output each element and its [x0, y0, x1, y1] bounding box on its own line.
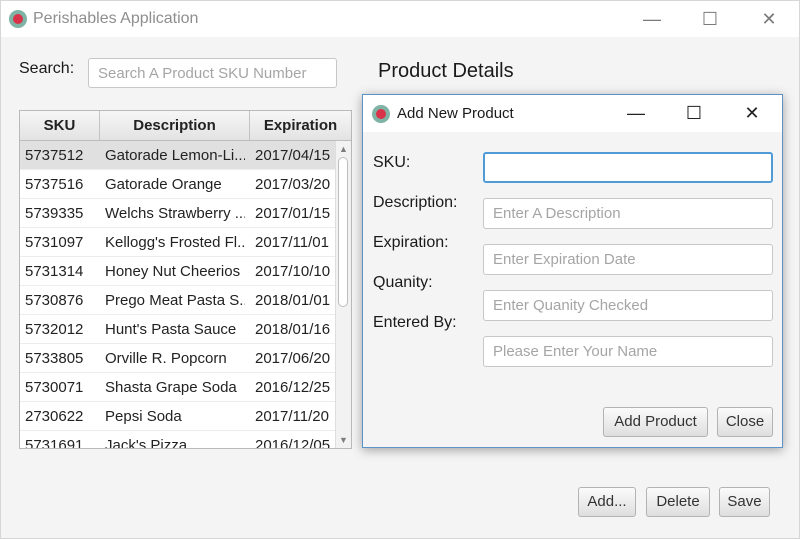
table-row[interactable]: 5731097 Kellogg's Frosted Fl... 2017/11/…	[20, 228, 335, 257]
product-table: SKU Description Expiration 5737512 Gator…	[19, 110, 352, 449]
table-row[interactable]: 5731691 Jack's Pizza 2016/12/05	[20, 431, 335, 448]
cell-sku: 5730071	[25, 379, 84, 396]
sku-input[interactable]	[483, 152, 773, 183]
table-row[interactable]: 5730071 Shasta Grape Soda 2016/12/25	[20, 373, 335, 402]
table-scrollbar[interactable]: ▲ ▼	[335, 141, 351, 448]
dialog-minimize-button[interactable]: —	[613, 95, 659, 132]
cell-description: Shasta Grape Soda	[105, 379, 237, 396]
cell-sku: 5737512	[25, 147, 84, 164]
title-bar: Perishables Application — ☐ ✕	[1, 1, 799, 37]
search-label: Search:	[19, 60, 75, 77]
cell-expiration: 2017/03/20	[255, 176, 331, 193]
scroll-down-arrow-icon[interactable]: ▼	[336, 433, 351, 447]
table-row[interactable]: 5737516 Gatorade Orange 2017/03/20	[20, 170, 335, 199]
cell-sku: 5732012	[25, 321, 84, 338]
dialog-title-bar: Add New Product — ☐ ✕	[363, 95, 782, 132]
tomato-icon	[372, 105, 390, 123]
cell-description: Hunt's Pasta Sauce	[105, 321, 237, 338]
column-header-sku[interactable]: SKU	[20, 111, 100, 140]
cell-sku: 5730876	[25, 292, 84, 309]
cell-expiration: 2017/06/20	[255, 350, 331, 367]
table-row[interactable]: 5733805 Orville R. Popcorn 2017/06/20	[20, 344, 335, 373]
description-input[interactable]	[483, 198, 773, 229]
column-header-expiration[interactable]: Expiration	[250, 111, 351, 140]
column-header-description[interactable]: Description	[100, 111, 250, 140]
search-input[interactable]	[88, 58, 337, 88]
add-product-button[interactable]: Add Product	[603, 407, 708, 437]
table-row[interactable]: 5731314 Honey Nut Cheerios 2017/10/10	[20, 257, 335, 286]
cell-description: Honey Nut Cheerios	[105, 263, 241, 280]
table-body: 5737512 Gatorade Lemon-Li... 2017/04/15 …	[20, 141, 335, 448]
cell-description: Jack's Pizza	[105, 437, 188, 448]
entered-by-label: Entered By:	[373, 314, 457, 331]
table-row[interactable]: 5732012 Hunt's Pasta Sauce 2018/01/16	[20, 315, 335, 344]
cell-expiration: 2017/04/15	[255, 147, 331, 164]
expiration-label: Expiration:	[373, 234, 449, 251]
cell-sku: 5731314	[25, 263, 84, 280]
cell-expiration: 2017/01/15	[255, 205, 331, 222]
cell-expiration: 2017/11/20	[255, 408, 329, 425]
product-details-heading: Product Details	[378, 60, 514, 82]
table-row[interactable]: 2730622 Pepsi Soda 2017/11/20	[20, 402, 335, 431]
cell-description: Gatorade Orange	[105, 176, 222, 193]
dialog-title: Add New Product	[397, 105, 514, 122]
dialog-close-action-button[interactable]: Close	[717, 407, 773, 437]
cell-description: Welchs Strawberry ...	[105, 205, 245, 222]
dialog-maximize-button[interactable]: ☐	[671, 95, 717, 132]
cell-expiration: 2016/12/25	[255, 379, 331, 396]
entered-by-input[interactable]	[483, 336, 773, 367]
cell-description: Kellogg's Frosted Fl...	[105, 234, 245, 251]
cell-description: Orville R. Popcorn	[105, 350, 227, 367]
minimize-button[interactable]: —	[629, 1, 675, 37]
expiration-input[interactable]	[483, 244, 773, 275]
table-row[interactable]: 5739335 Welchs Strawberry ... 2017/01/15	[20, 199, 335, 228]
delete-button[interactable]: Delete	[646, 487, 710, 517]
maximize-button[interactable]: ☐	[687, 1, 733, 37]
cell-expiration: 2017/10/10	[255, 263, 331, 280]
add-product-dialog: Add New Product — ☐ ✕ SKU: Description: …	[362, 94, 783, 448]
close-button[interactable]: ✕	[746, 1, 792, 37]
quantity-input[interactable]	[483, 290, 773, 321]
quantity-label: Quanity:	[373, 274, 433, 291]
cell-expiration: 2018/01/16	[255, 321, 331, 338]
cell-sku: 5731097	[25, 234, 84, 251]
cell-sku: 5731691	[25, 437, 84, 448]
cell-sku: 5733805	[25, 350, 84, 367]
cell-sku: 5737516	[25, 176, 84, 193]
cell-description: Pepsi Soda	[105, 408, 182, 425]
save-button[interactable]: Save	[719, 487, 770, 517]
dialog-close-button[interactable]: ✕	[729, 95, 775, 132]
table-header: SKU Description Expiration	[20, 111, 351, 141]
scroll-thumb[interactable]	[338, 157, 348, 307]
table-row[interactable]: 5730876 Prego Meat Pasta S... 2018/01/01	[20, 286, 335, 315]
add-button[interactable]: Add...	[578, 487, 636, 517]
sku-label: SKU:	[373, 154, 411, 171]
table-row[interactable]: 5737512 Gatorade Lemon-Li... 2017/04/15	[20, 141, 335, 170]
scroll-up-arrow-icon[interactable]: ▲	[336, 142, 351, 156]
cell-description: Gatorade Lemon-Li...	[105, 147, 245, 164]
cell-expiration: 2016/12/05	[255, 437, 331, 448]
tomato-icon	[9, 10, 27, 28]
window-title: Perishables Application	[33, 10, 199, 27]
description-label: Description:	[373, 194, 458, 211]
cell-expiration: 2018/01/01	[255, 292, 331, 309]
cell-expiration: 2017/11/01	[255, 234, 329, 251]
cell-description: Prego Meat Pasta S...	[105, 292, 245, 309]
cell-sku: 5739335	[25, 205, 84, 222]
cell-sku: 2730622	[25, 408, 84, 425]
